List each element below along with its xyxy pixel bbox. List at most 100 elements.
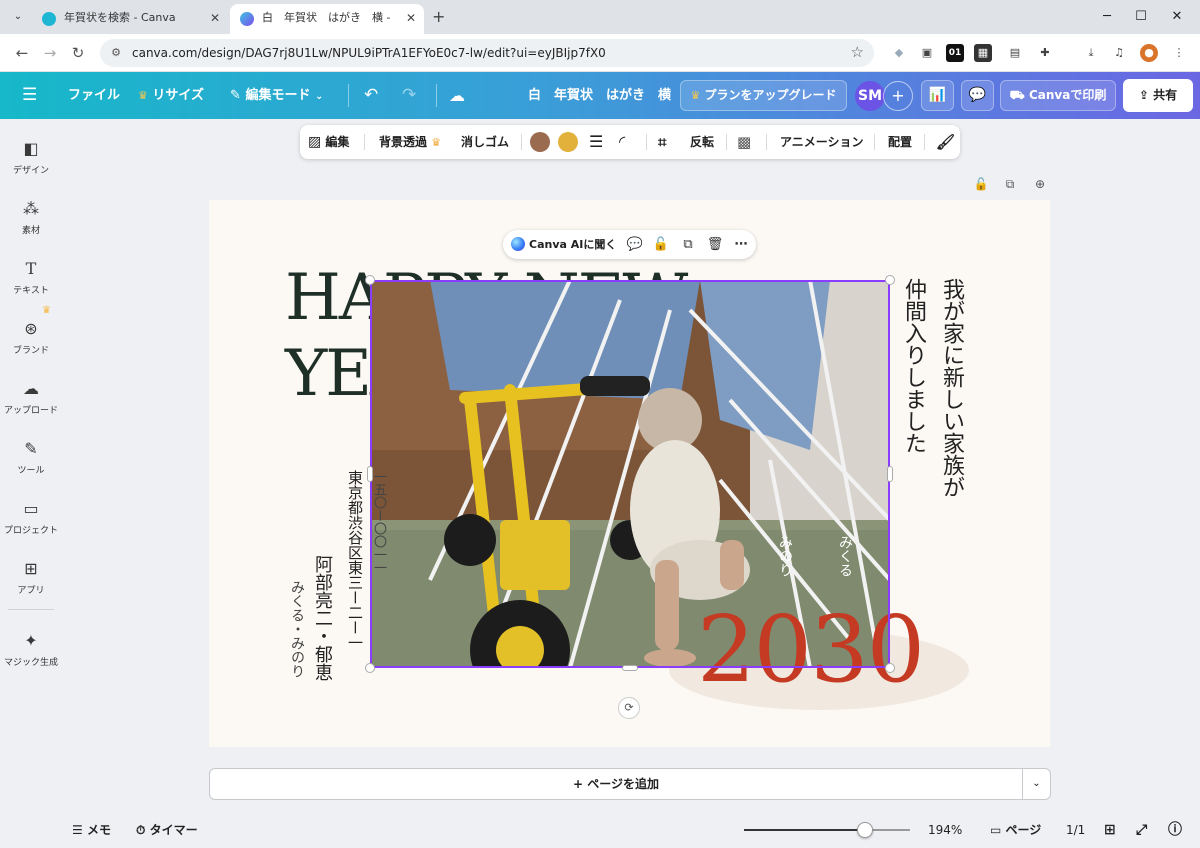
add-comment-icon[interactable]: 💬 — [625, 230, 645, 259]
tab-search-button[interactable]: ⌄ — [8, 8, 28, 26]
maximize-icon[interactable]: ☐ — [1130, 6, 1152, 28]
extension-01-icon[interactable]: 01 — [946, 44, 964, 62]
more-options-icon[interactable]: ⋯ — [731, 230, 751, 259]
forward-icon[interactable]: → — [40, 43, 60, 63]
sidebar-item-brand[interactable]: ⊛ ブランド ♛ — [0, 305, 62, 367]
canva-ai-button[interactable]: Canva AIに聞く — [511, 230, 616, 259]
resize-handle-bottom[interactable] — [622, 665, 638, 671]
window-close-icon[interactable]: ✕ — [1166, 6, 1188, 28]
lock-icon[interactable]: 🔓 — [651, 230, 671, 259]
site-info-icon[interactable]: ⚙ — [108, 45, 124, 61]
sidebar-item-upload[interactable]: ☁ アップロード — [0, 373, 62, 427]
minimize-icon[interactable]: ─ — [1096, 6, 1118, 28]
color-swatch-brown[interactable] — [530, 132, 550, 152]
edit-image-button[interactable]: ▨ 編集 — [308, 125, 349, 159]
grid-view-icon[interactable]: ⊞ — [1104, 812, 1116, 848]
children-text[interactable]: みくる・みのり — [287, 580, 307, 678]
add-page-icon[interactable]: ⊕ — [1031, 175, 1049, 193]
reload-icon[interactable]: ↻ — [68, 43, 88, 63]
zoom-slider[interactable] — [744, 822, 910, 838]
add-page-button[interactable]: + ページを追加 — [209, 768, 1023, 800]
address-text[interactable]: 東京都渋谷区東三ー二ー一 — [345, 470, 366, 650]
zoom-slider-handle[interactable] — [857, 822, 874, 838]
resize-handle-right[interactable] — [887, 466, 893, 482]
insights-chart-icon[interactable]: 📊 — [921, 80, 954, 111]
timer-button[interactable]: ⏱ タイマー — [136, 812, 198, 848]
eraser-button[interactable]: 消しゴム — [461, 125, 509, 159]
download-icon[interactable]: ⤓ — [1082, 44, 1100, 62]
user-avatar[interactable]: SM — [855, 81, 885, 111]
transparency-icon[interactable]: ▩ — [737, 125, 751, 159]
sidebar-item-text[interactable]: T テキスト — [0, 253, 62, 307]
crown-icon: ♛ — [42, 305, 51, 316]
lock-page-icon[interactable]: 🔓 — [972, 175, 990, 193]
address-bar[interactable]: ⚙ canva.com/design/DAG7rj8U1Lw/NPUL9iPTr… — [100, 39, 874, 67]
sidebar-item-projects[interactable]: ▭ プロジェクト — [0, 493, 62, 547]
sidebar-item-magic[interactable]: ✦ マジック生成 — [0, 625, 62, 679]
names-text[interactable]: 阿部亮二・郁恵 — [309, 555, 335, 681]
color-swatch-yellow[interactable] — [558, 132, 578, 152]
sidebar-item-elements[interactable]: ⁂ 素材 — [0, 193, 62, 247]
media-control-icon[interactable]: ♫ — [1110, 44, 1128, 62]
cloud-saved-icon[interactable]: ☁ — [449, 72, 465, 119]
comment-icon[interactable]: 💬 — [961, 80, 994, 111]
invite-plus-icon[interactable]: + — [883, 81, 913, 111]
add-page-chevron-icon[interactable]: ⌄ — [1022, 768, 1051, 800]
extension-bird-icon[interactable]: ◆ — [890, 44, 908, 62]
extension-screen-icon[interactable]: ▤ — [1006, 44, 1024, 62]
flip-button[interactable]: 反転 — [690, 125, 714, 159]
print-button[interactable]: ⛟ Canvaで印刷 — [1000, 80, 1116, 111]
file-menu[interactable]: ファイル — [68, 72, 120, 119]
bg-remove-button[interactable]: 背景透過 ♛ — [379, 125, 441, 159]
edit-mode-dropdown[interactable]: ✎ 編集モード ⌄ — [230, 72, 323, 119]
redo-icon[interactable]: ↷ — [402, 72, 416, 119]
delete-icon[interactable]: 🗑 — [705, 230, 725, 259]
tab-close-icon[interactable]: ✕ — [210, 4, 220, 32]
resize-handle-top-right[interactable] — [885, 275, 895, 285]
copy-style-icon[interactable]: 🖌 — [936, 125, 955, 159]
extensions-puzzle-icon[interactable]: ✚ — [1036, 44, 1054, 62]
sidebar-item-apps[interactable]: ⊞ アプリ — [0, 553, 62, 607]
corner-rounding-icon[interactable]: ◜ — [619, 125, 625, 159]
resize-handle-bottom-left[interactable] — [365, 663, 375, 673]
message-line-1[interactable]: 我が家に新しい家族が — [937, 278, 965, 498]
browser-tab-design[interactable]: 白 年賀状 はがき 横 - 年賀状 ✕ — [230, 4, 424, 34]
sidebar-item-design[interactable]: ◧ デザイン — [0, 133, 62, 187]
crop-icon[interactable]: ⌗ — [658, 125, 666, 159]
upgrade-button[interactable]: ♛ プランをアップグレード — [680, 80, 847, 111]
message-line-2[interactable]: 仲間入りしました — [899, 278, 927, 454]
extension-cast-icon[interactable]: ▣ — [918, 44, 936, 62]
resize-handle-top-left[interactable] — [365, 275, 375, 285]
fullscreen-icon[interactable]: ⤢ — [1136, 812, 1147, 848]
sidebar-divider — [8, 609, 54, 610]
crown-icon: ♛ — [690, 89, 701, 102]
rotate-icon[interactable]: ⟳ — [618, 697, 640, 719]
duplicate-icon[interactable]: ⧉ — [678, 230, 698, 259]
back-icon[interactable]: ← — [12, 43, 32, 63]
arrange-button[interactable]: 配置 — [888, 125, 912, 159]
duplicate-page-icon[interactable]: ⧉ — [1001, 175, 1019, 193]
border-style-icon[interactable]: ☰ — [589, 125, 603, 159]
main-menu-icon[interactable]: ☰ — [22, 72, 37, 119]
zoom-level[interactable]: 194% — [928, 812, 962, 848]
profile-avatar[interactable]: ● — [1140, 44, 1158, 62]
upload-icon: ☁ — [23, 379, 39, 398]
undo-icon[interactable]: ↶ — [364, 72, 378, 119]
sidebar-item-tools[interactable]: ✎ ツール — [0, 433, 62, 487]
browser-menu-icon[interactable]: ⋮ — [1170, 44, 1188, 62]
resize-handle-left[interactable] — [367, 466, 373, 482]
canva-ai-orb-icon — [511, 237, 525, 251]
help-icon[interactable]: ⓘ — [1168, 812, 1182, 848]
tab-close-icon[interactable]: ✕ — [406, 4, 416, 32]
animation-button[interactable]: アニメーション — [780, 125, 864, 159]
new-tab-icon[interactable]: + — [432, 7, 445, 26]
share-button[interactable]: ⇪ 共有 — [1123, 79, 1193, 112]
notes-button[interactable]: ☰ メモ — [72, 812, 111, 848]
browser-tab-search[interactable]: 年賀状を検索 - Canva ✕ — [32, 4, 228, 34]
extension-grid-icon[interactable]: ▦ — [974, 44, 992, 62]
document-title[interactable]: 白 年賀状 はがき 横 — [528, 72, 671, 119]
bookmark-star-icon[interactable]: ☆ — [851, 43, 864, 61]
pages-button[interactable]: ▭ ページ — [990, 812, 1041, 848]
resize-handle-bottom-right[interactable] — [885, 663, 895, 673]
resize-button[interactable]: ♛ リサイズ — [138, 72, 204, 119]
